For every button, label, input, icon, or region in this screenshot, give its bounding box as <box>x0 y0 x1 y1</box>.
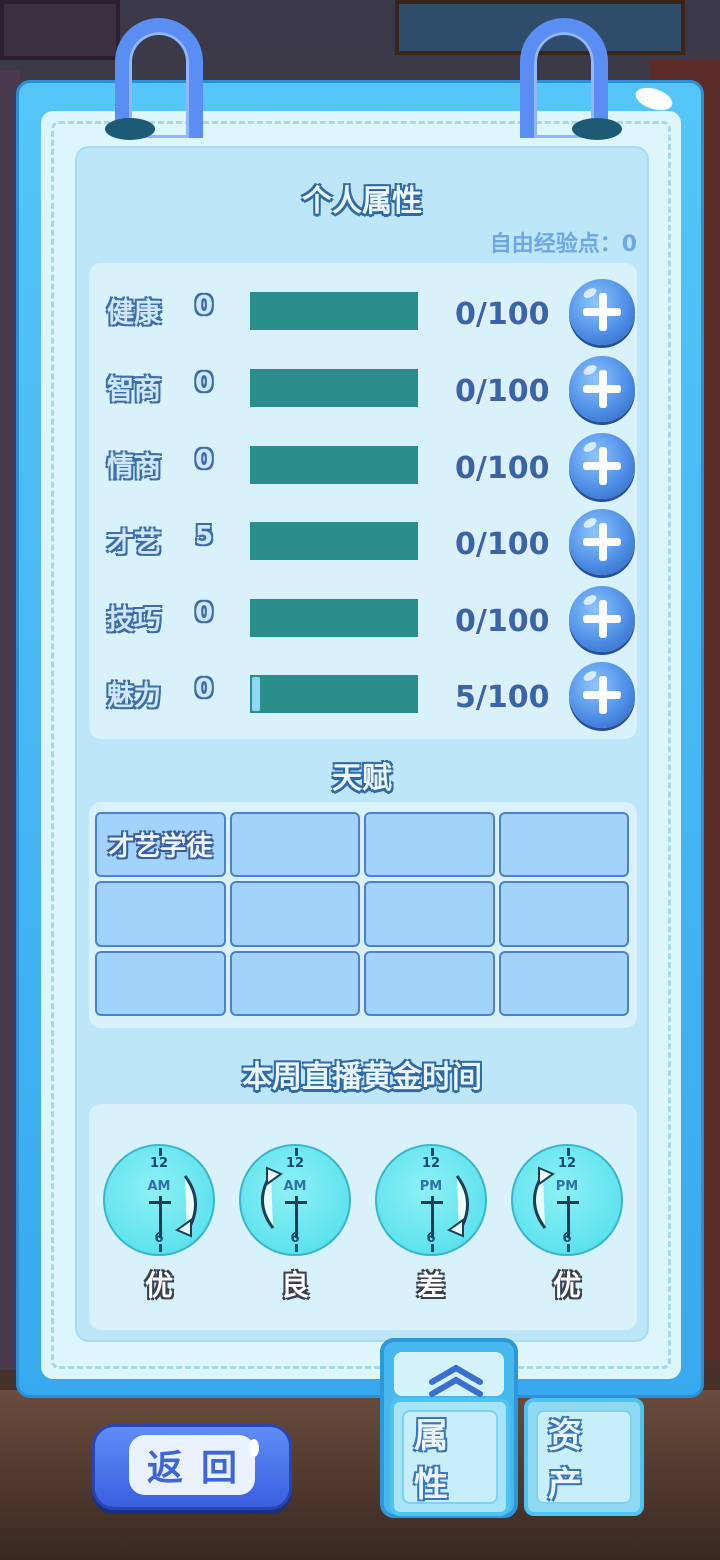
tab-attributes[interactable]: 属性 <box>390 1398 510 1516</box>
clock-icon: 12 AM 6 <box>103 1144 215 1256</box>
add-point-button[interactable] <box>569 662 635 728</box>
attribute-level: 5 <box>195 521 214 551</box>
attribute-progress-bar <box>249 521 419 561</box>
time-slot: 12 AM 6 优 <box>103 1144 217 1314</box>
golden-time-title: 本周直播黄金时间 <box>242 1060 482 1095</box>
golden-time-section: 12 AM 6 优 12 AM 6 良 12 PM 6 差 12 PM 6 优 <box>89 1104 637 1330</box>
attribute-level: 0 <box>195 598 214 628</box>
talent-slot[interactable]: 才艺学徒 <box>95 812 226 878</box>
tab-attributes-inner: 属性 <box>402 1410 498 1505</box>
time-quality: 优 <box>552 1269 581 1302</box>
attribute-progress-text: 0/100 <box>455 297 550 332</box>
add-point-button[interactable] <box>569 356 635 422</box>
time-slot: 12 PM 6 差 <box>375 1144 489 1314</box>
attribute-progress-bar <box>249 445 419 485</box>
attribute-progress-bar <box>249 368 419 408</box>
background-frame <box>0 0 120 60</box>
talent-slot[interactable] <box>498 950 629 1016</box>
counterclockwise-arrow-icon <box>261 1166 284 1229</box>
time-quality: 良 <box>280 1269 309 1302</box>
attribute-row: 技巧 0 0/100 <box>89 586 637 664</box>
attribute-level: 0 <box>195 368 214 398</box>
talent-slot[interactable] <box>95 950 226 1016</box>
attribute-row: 魅力 0 5/100 <box>89 662 637 740</box>
attribute-row: 情商 0 0/100 <box>89 433 637 511</box>
talent-slot[interactable] <box>364 812 495 878</box>
attribute-row: 健康 0 0/100 <box>89 279 637 357</box>
attribute-progress-bar <box>249 674 419 714</box>
talent-grid: 才艺学徒 <box>95 812 629 1016</box>
tab-assets-inner: 资产 <box>536 1410 632 1505</box>
talent-slot[interactable] <box>364 881 495 947</box>
attribute-progress-text: 0/100 <box>455 604 550 639</box>
attribute-progress-bar <box>249 291 419 331</box>
tab-cap <box>394 1352 504 1397</box>
attribute-level: 0 <box>195 674 214 704</box>
talent-slot[interactable] <box>229 812 360 878</box>
attribute-name: 智商 <box>107 375 161 406</box>
talent-title: 天赋 <box>332 761 392 796</box>
attribute-name: 魅力 <box>107 681 161 712</box>
attribute-progress-text: 0/100 <box>455 451 550 486</box>
add-point-button[interactable] <box>569 586 635 652</box>
back-button-face: 返回 <box>129 1435 255 1495</box>
time-quality: 差 <box>416 1269 445 1302</box>
talent-section: 才艺学徒 <box>89 802 637 1028</box>
back-button[interactable]: 返回 <box>92 1424 292 1510</box>
time-slot: 12 PM 6 优 <box>511 1144 625 1314</box>
attribute-progress-fill <box>252 677 260 711</box>
clock-icon: 12 PM 6 <box>375 1144 487 1256</box>
clockwise-arrow-icon <box>446 1175 469 1238</box>
time-quality: 优 <box>144 1269 173 1302</box>
talent-slot[interactable] <box>95 881 226 947</box>
plus-icon <box>581 669 599 683</box>
plus-icon <box>581 593 599 607</box>
attribute-name: 健康 <box>107 298 161 329</box>
attribute-name: 情商 <box>107 452 161 483</box>
add-point-button[interactable] <box>569 433 635 499</box>
clockwise-arrow-icon <box>174 1175 197 1238</box>
tab-assets-label: 资产 <box>548 1416 592 1505</box>
add-point-button[interactable] <box>569 279 635 345</box>
attribute-progress-text: 0/100 <box>455 374 550 409</box>
ring-hole-left <box>105 118 155 140</box>
attribute-progress-bar <box>249 598 419 638</box>
double-chevron-up-icon <box>429 1364 483 1397</box>
tab-attributes-label: 属性 <box>414 1416 458 1505</box>
add-point-button[interactable] <box>569 509 635 575</box>
plus-icon <box>581 516 599 530</box>
talent-slot[interactable] <box>364 950 495 1016</box>
plus-icon <box>581 440 599 454</box>
attribute-name: 技巧 <box>107 605 161 636</box>
attribute-panel: 个人属性 自由经验点：0 健康 0 0/100 智商 0 0/100 情商 0 <box>16 80 704 1398</box>
panel-shine <box>632 83 676 115</box>
free-exp-points: 自由经验点：0 <box>489 232 637 257</box>
plus-icon <box>581 286 599 300</box>
clock-icon: 12 AM 6 <box>239 1144 351 1256</box>
time-slot: 12 AM 6 良 <box>239 1144 353 1314</box>
attribute-row: 智商 0 0/100 <box>89 356 637 434</box>
attribute-progress-text: 0/100 <box>455 527 550 562</box>
attribute-card: 个人属性 自由经验点：0 健康 0 0/100 智商 0 0/100 情商 0 <box>75 146 649 1342</box>
attribute-level: 0 <box>195 445 214 475</box>
attribute-progress-text: 5/100 <box>455 680 550 715</box>
attribute-row: 才艺 5 0/100 <box>89 509 637 587</box>
attribute-level: 0 <box>195 291 214 321</box>
back-button-label: 返回 <box>147 1448 256 1489</box>
button-glint <box>249 1439 259 1457</box>
page-title: 个人属性 <box>302 184 422 219</box>
attribute-list: 健康 0 0/100 智商 0 0/100 情商 0 0/100 才艺 5 0/… <box>89 263 637 739</box>
clock-icon: 12 PM 6 <box>511 1144 623 1256</box>
talent-slot[interactable] <box>498 881 629 947</box>
talent-slot[interactable] <box>498 812 629 878</box>
counterclockwise-arrow-icon <box>533 1166 556 1229</box>
tab-assets[interactable]: 资产 <box>524 1398 644 1516</box>
talent-slot[interactable] <box>229 881 360 947</box>
ring-hole-right <box>572 118 622 140</box>
attribute-name: 才艺 <box>107 528 161 559</box>
talent-slot[interactable] <box>229 950 360 1016</box>
plus-icon <box>581 363 599 377</box>
